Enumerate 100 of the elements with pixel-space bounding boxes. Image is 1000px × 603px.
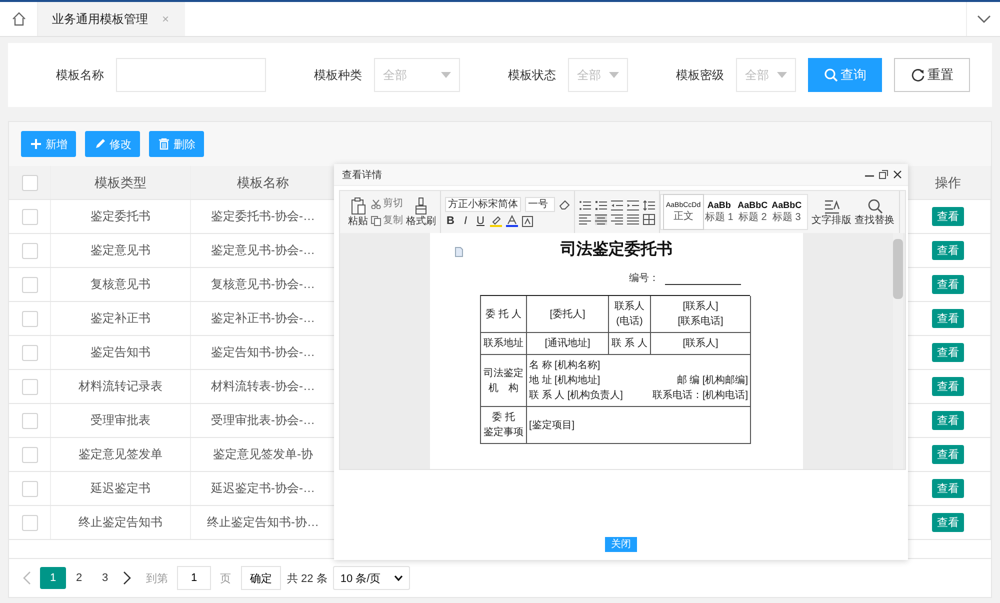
checkbox[interactable] [22, 344, 38, 360]
document-text: [鉴定项目] [529, 420, 575, 430]
maximize-icon[interactable] [879, 170, 888, 179]
font-color-icon[interactable] [506, 215, 518, 227]
document-text: 联系电话：[机构电话] [652, 389, 748, 402]
style-option[interactable]: AaBbC 标题 3 [770, 195, 804, 229]
ribbon-button[interactable]: 复制 [371, 215, 403, 226]
document-text: [通讯地址] [544, 338, 590, 349]
checkbox[interactable] [22, 208, 38, 224]
checkbox[interactable] [22, 378, 38, 394]
document-title: 司法鉴定委托书 [560, 239, 674, 260]
table-border-icon[interactable] [643, 214, 655, 224]
checkbox[interactable] [22, 412, 38, 428]
close-button[interactable]: 关闭 [605, 537, 637, 552]
document-text: 联 系 人 [612, 338, 648, 349]
outdent-icon[interactable] [611, 200, 623, 210]
style-option[interactable]: AaBbC 标题 2 [736, 195, 770, 229]
document-text: 联系地址 [484, 338, 524, 349]
ribbon-button[interactable]: 文字排版 [812, 198, 852, 226]
brush-icon[interactable] [414, 197, 428, 215]
view-button[interactable]: 查看 [932, 343, 964, 362]
reset-button[interactable]: 重置 [894, 58, 970, 92]
page-input[interactable]: 1 [177, 566, 211, 590]
toolbar-button[interactable]: 新增 [21, 131, 76, 157]
search-icon[interactable] [866, 198, 883, 214]
table-cell: 鉴定意见书 [51, 234, 191, 267]
view-button[interactable]: 查看 [932, 513, 964, 532]
caret-icon [609, 72, 619, 78]
close-icon[interactable] [893, 170, 902, 179]
view-button[interactable]: 查看 [932, 445, 964, 464]
table-cell: 延迟鉴定书 [51, 472, 191, 505]
numbered-list-icon[interactable] [595, 200, 607, 210]
clipboard-icon[interactable] [350, 197, 366, 215]
ribbon-button[interactable]: 剪切 [371, 198, 403, 209]
justify-icon[interactable] [627, 214, 639, 224]
page-link[interactable]: 3 [92, 567, 118, 589]
input-field[interactable] [116, 58, 266, 92]
scissors-icon[interactable] [371, 198, 381, 208]
page-link[interactable]: 1 [40, 567, 66, 589]
ribbon-button[interactable]: 粘贴 [348, 197, 368, 227]
page-tab[interactable]: 业务通用模板管理 × [38, 2, 185, 36]
font-dropdown[interactable]: 方正小标宋简体 [445, 197, 521, 212]
document-text: 委 托 人 [486, 308, 522, 320]
indent-icon[interactable] [627, 200, 639, 210]
eraser-icon[interactable] [559, 199, 570, 210]
format-button[interactable]: U [475, 215, 486, 227]
view-button[interactable]: 查看 [932, 377, 964, 396]
align-center-icon[interactable] [595, 214, 607, 224]
format-button[interactable]: B [445, 215, 456, 227]
toolbar-button[interactable]: 修改 [85, 131, 140, 157]
view-button[interactable]: 查看 [932, 275, 964, 294]
document-text: [联系电话] [678, 316, 724, 327]
bullet-list-icon[interactable] [579, 200, 591, 210]
line-spacing-icon[interactable] [643, 200, 655, 210]
view-button[interactable]: 查看 [932, 411, 964, 430]
page-unit-label: 页 [220, 572, 231, 586]
page-link[interactable]: 2 [66, 567, 92, 589]
home-icon[interactable] [10, 11, 26, 27]
style-option[interactable]: AaBb 标题 1 [702, 195, 736, 229]
toolbar-button[interactable]: 删除 [149, 131, 204, 157]
view-button[interactable]: 查看 [932, 207, 964, 226]
format-button[interactable]: I [460, 215, 471, 227]
align-right-icon[interactable] [611, 214, 623, 224]
table-cell: 终止鉴定告知书 [51, 506, 191, 539]
search-button[interactable]: 查询 [808, 58, 882, 92]
copy-icon[interactable] [371, 216, 381, 226]
character-border-icon[interactable] [522, 216, 533, 226]
checkbox[interactable] [22, 480, 38, 496]
document-text: 名 称 [机构名称] [529, 360, 600, 371]
field-label: 模板名称 [55, 66, 104, 84]
document-text: (电话) [616, 316, 643, 327]
align-left-icon[interactable] [579, 214, 591, 224]
search-icon [824, 68, 838, 82]
trash-icon [158, 138, 170, 150]
document-text: 邮 编 [机构邮编] [676, 374, 748, 387]
checkbox[interactable] [22, 310, 38, 326]
checkbox[interactable] [22, 242, 38, 258]
size-dropdown[interactable]: 一号 [525, 197, 555, 212]
highlighter-icon[interactable] [490, 215, 502, 227]
checkbox[interactable] [22, 174, 38, 190]
checkbox[interactable] [22, 446, 38, 462]
scrollbar[interactable] [893, 233, 903, 469]
pencil-icon [94, 138, 106, 150]
view-button[interactable]: 查看 [932, 241, 964, 260]
text-layout-icon[interactable] [824, 198, 840, 214]
table-cell: 鉴定补正书 [51, 302, 191, 335]
view-button[interactable]: 查看 [932, 479, 964, 498]
checkbox[interactable] [22, 276, 38, 292]
ribbon-button[interactable]: 查找替换 [854, 198, 895, 226]
confirm-button[interactable]: 确定 [241, 566, 281, 590]
chevron-down-icon[interactable] [976, 14, 990, 24]
document-text: [委托人] [550, 308, 586, 320]
ribbon-button[interactable]: 格式刷 [406, 197, 436, 227]
refresh-icon [910, 68, 924, 82]
chevron-right-icon[interactable] [123, 571, 131, 585]
document-text: 联 系 人 [机构负责人] [529, 389, 623, 402]
page-size-dropdown[interactable]: 10 条/页 [333, 566, 410, 590]
checkbox[interactable] [22, 514, 38, 530]
view-button[interactable]: 查看 [932, 309, 964, 328]
table-cell: 受理审批表 [51, 404, 191, 437]
